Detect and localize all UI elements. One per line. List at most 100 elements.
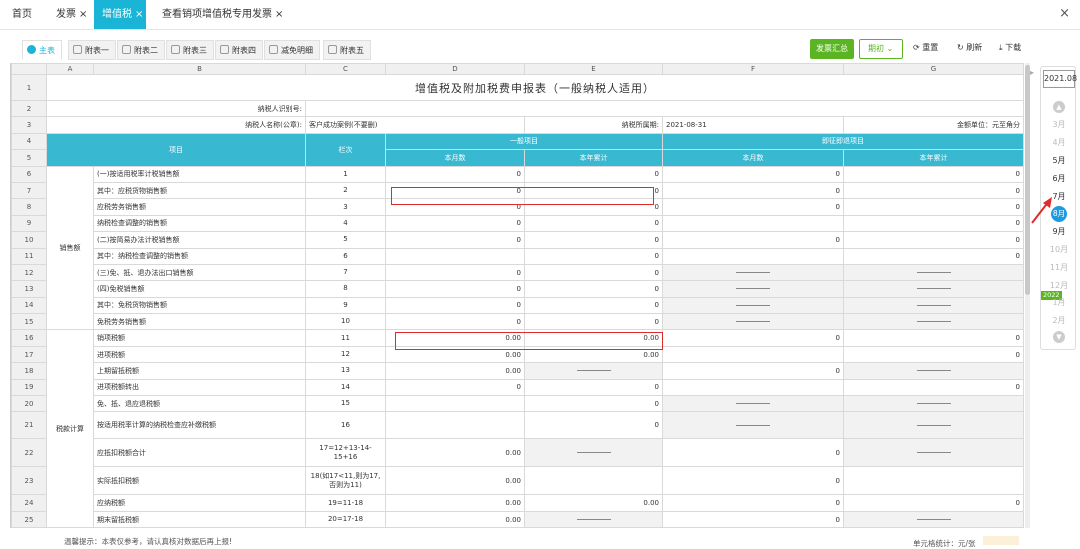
- value-cell[interactable]: 0: [524, 296, 663, 315]
- calendar-month[interactable]: 4月: [1041, 137, 1077, 148]
- refresh-button[interactable]: ↻ 刷新: [957, 42, 982, 53]
- column-header[interactable]: D: [385, 63, 525, 75]
- calendar-month[interactable]: 2月: [1041, 315, 1077, 326]
- taxpayer-id-value[interactable]: [305, 99, 1024, 118]
- calendar-up-icon[interactable]: ▲: [1053, 101, 1065, 113]
- calendar-month[interactable]: 12月: [1041, 280, 1077, 291]
- tab-home[interactable]: 首页: [4, 0, 40, 29]
- scrollbar-thumb[interactable]: [1025, 65, 1030, 295]
- period-select[interactable]: 期初 ⌄: [859, 39, 903, 59]
- sheet-tab-main[interactable]: 主表: [22, 40, 62, 60]
- value-cell[interactable]: 0: [662, 494, 844, 512]
- value-cell[interactable]: 0: [843, 165, 1024, 183]
- value-cell[interactable]: 0: [385, 263, 525, 282]
- column-header[interactable]: B: [93, 63, 306, 75]
- sheet-tab-schedule-4[interactable]: 附表四: [215, 40, 263, 60]
- value-cell[interactable]: 0.00: [524, 494, 663, 512]
- tab-vat[interactable]: 增值税 ×: [94, 0, 146, 29]
- collapse-panel-icon[interactable]: ▸: [1030, 68, 1034, 77]
- value-cell[interactable]: [385, 247, 525, 265]
- sheet-tab-schedule-3[interactable]: 附表三: [166, 40, 214, 60]
- value-cell[interactable]: 0: [843, 345, 1024, 364]
- value-cell[interactable]: [385, 411, 525, 440]
- value-cell[interactable]: [524, 466, 663, 496]
- corner-cell[interactable]: [11, 63, 47, 75]
- value-cell[interactable]: 0: [385, 378, 525, 397]
- value-cell[interactable]: 0: [524, 247, 663, 265]
- calendar-down-icon[interactable]: ▼: [1053, 331, 1065, 343]
- download-button[interactable]: ⤓ 下载: [999, 42, 1021, 53]
- value-cell[interactable]: 0.00: [385, 438, 525, 468]
- value-cell[interactable]: [662, 214, 844, 233]
- column-header[interactable]: C: [305, 63, 386, 75]
- value-cell[interactable]: 0.00: [385, 494, 525, 512]
- value-cell[interactable]: 0.00: [385, 362, 525, 380]
- value-cell[interactable]: 0: [662, 510, 844, 528]
- column-header[interactable]: E: [524, 63, 663, 75]
- value-cell[interactable]: 0: [524, 411, 663, 440]
- value-cell[interactable]: 0: [524, 378, 663, 397]
- value-cell[interactable]: 0: [843, 181, 1024, 200]
- value-cell[interactable]: 0: [662, 438, 844, 468]
- sheet-tab-schedule-1[interactable]: 附表一: [68, 40, 116, 60]
- vertical-scrollbar[interactable]: [1025, 63, 1030, 528]
- sheet-tab-schedule-2[interactable]: 附表二: [117, 40, 165, 60]
- value-cell[interactable]: 0: [662, 181, 844, 200]
- sheet-tab-schedule-5[interactable]: 附表五: [323, 40, 371, 60]
- calendar-month[interactable]: 1月: [1041, 297, 1077, 308]
- value-cell[interactable]: 0: [843, 378, 1024, 397]
- value-cell[interactable]: 0: [662, 231, 844, 249]
- value-cell[interactable]: 0: [385, 231, 525, 249]
- value-cell[interactable]: 0: [662, 362, 844, 380]
- value-cell[interactable]: [662, 247, 844, 265]
- window-close-icon[interactable]: ×: [1059, 6, 1070, 21]
- value-cell[interactable]: 0: [385, 165, 525, 183]
- value-cell[interactable]: 0: [662, 198, 844, 216]
- column-header[interactable]: G: [843, 63, 1024, 75]
- value-cell[interactable]: [662, 345, 844, 364]
- value-cell[interactable]: 0.00: [385, 510, 525, 528]
- value-cell[interactable]: 0: [385, 313, 525, 331]
- calendar-month[interactable]: 9月: [1041, 226, 1077, 237]
- calendar-month[interactable]: 10月: [1041, 244, 1077, 255]
- value-cell[interactable]: 0: [385, 214, 525, 233]
- value-cell[interactable]: 0: [524, 165, 663, 183]
- calendar-month[interactable]: 5月: [1041, 155, 1077, 166]
- sheet-tab-reductions[interactable]: 减免明细: [264, 40, 320, 60]
- calendar-month[interactable]: 11月: [1041, 262, 1077, 273]
- value-cell[interactable]: 0.00: [385, 466, 525, 496]
- column-header[interactable]: A: [46, 63, 94, 75]
- value-cell[interactable]: 0: [524, 313, 663, 331]
- value-cell[interactable]: 0: [524, 280, 663, 298]
- column-header[interactable]: F: [662, 63, 844, 75]
- value-cell[interactable]: 0: [662, 165, 844, 183]
- calendar-month[interactable]: 3月: [1041, 119, 1077, 130]
- value-cell[interactable]: 0: [385, 280, 525, 298]
- value-cell[interactable]: 0: [662, 329, 844, 347]
- value-cell[interactable]: 0: [524, 214, 663, 233]
- tab-invoice[interactable]: 发票 ×: [48, 0, 95, 29]
- tab-output-invoices[interactable]: 查看销项增值税专用发票 ×: [154, 0, 291, 29]
- value-cell[interactable]: 0: [524, 395, 663, 413]
- value-cell[interactable]: 0: [524, 263, 663, 282]
- value-cell[interactable]: 0: [843, 329, 1024, 347]
- calendar-year[interactable]: 2021.08: [1043, 70, 1077, 88]
- close-icon[interactable]: ×: [135, 9, 143, 20]
- value-cell[interactable]: [662, 378, 844, 397]
- calendar-month[interactable]: 6月: [1041, 173, 1077, 184]
- invoice-summary-button[interactable]: 发票汇总: [810, 39, 854, 59]
- value-cell[interactable]: 0: [843, 247, 1024, 265]
- reset-button[interactable]: ⟳ 重置: [913, 42, 938, 53]
- close-icon[interactable]: ×: [79, 9, 87, 20]
- vat-return-grid[interactable]: A B C D E F G 1 增值税及附加税费申报表（一般纳税人适用） 2 纳税人…: [11, 63, 1024, 528]
- spreadsheet[interactable]: A B C D E F G 1 增值税及附加税费申报表（一般纳税人适用） 2 纳税人…: [10, 63, 1024, 528]
- value-cell[interactable]: [385, 395, 525, 413]
- value-cell[interactable]: 0: [524, 231, 663, 249]
- value-cell[interactable]: 0: [385, 296, 525, 315]
- value-cell[interactable]: [843, 466, 1024, 496]
- value-cell[interactable]: 0: [843, 214, 1024, 233]
- value-cell[interactable]: 0: [843, 198, 1024, 216]
- value-cell[interactable]: 0: [843, 494, 1024, 512]
- value-cell[interactable]: 0: [662, 466, 844, 496]
- value-cell[interactable]: 0: [843, 231, 1024, 249]
